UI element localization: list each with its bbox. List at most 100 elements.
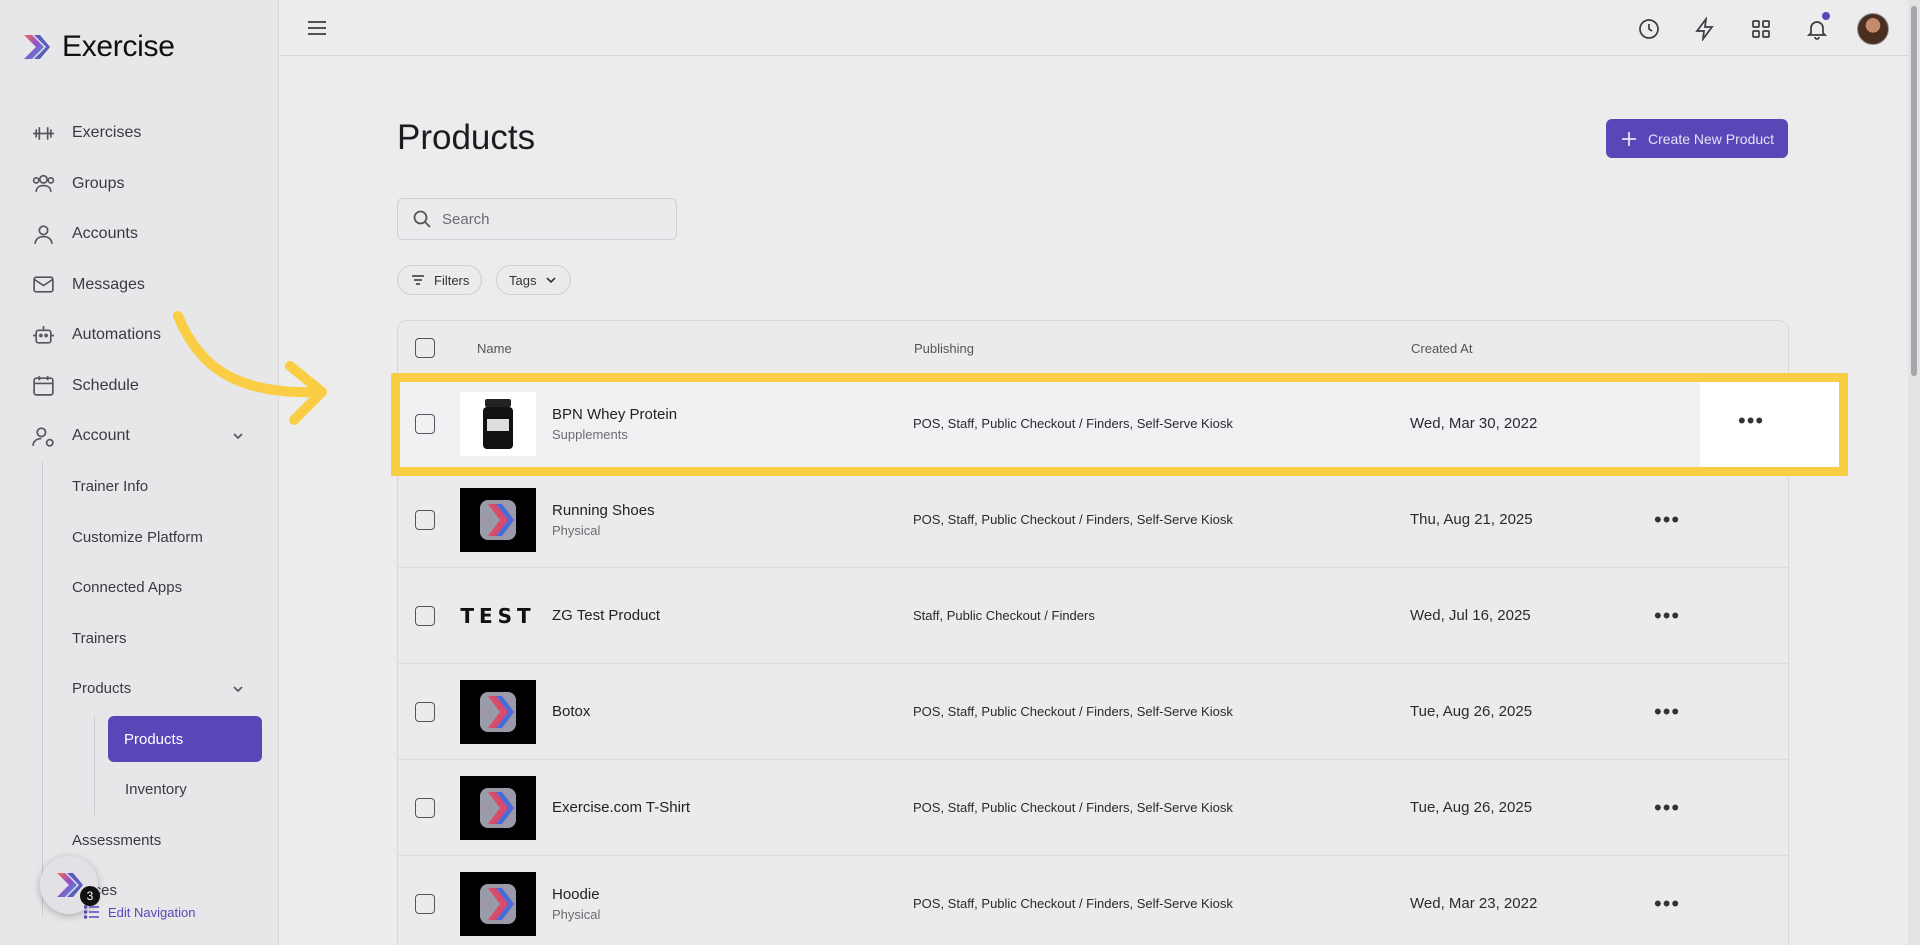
created-at-cell: Wed, Mar 30, 2022	[1410, 415, 1538, 432]
row-checkbox[interactable]	[415, 413, 435, 434]
row-actions-button[interactable]: •••	[1654, 507, 1680, 533]
column-header-created-at[interactable]: Created At	[1411, 341, 1631, 356]
top-actions	[1632, 12, 1890, 46]
sidebar-item-accounts[interactable]: Accounts	[0, 209, 279, 260]
row-actions-button[interactable]: •••	[1654, 699, 1680, 725]
filters-label: Filters	[434, 272, 470, 288]
profile-button[interactable]	[1856, 12, 1890, 46]
product-thumbnail	[460, 871, 536, 936]
sidebar-item-groups[interactable]: Groups	[0, 159, 279, 210]
publishing-cell: POS, Staff, Public Checkout / Finders, S…	[913, 512, 1233, 527]
publishing-cell: Staff, Public Checkout / Finders	[913, 608, 1095, 623]
notifications-button[interactable]	[1800, 12, 1834, 46]
sidebar-item-label: Account	[72, 427, 130, 445]
product-thumbnail	[460, 775, 536, 840]
sidebar-item-label: Accounts	[72, 225, 138, 243]
lightning-icon	[1695, 17, 1714, 41]
table-row[interactable]: TEST ZG Test Product Staff, Public Check…	[398, 568, 1788, 664]
sidebar-item-assessments[interactable]: Assessments	[0, 815, 279, 866]
table-row[interactable]: Hoodie Physical POS, Staff, Public Check…	[398, 856, 1788, 945]
sidebar-item-customize-platform[interactable]: Customize Platform	[0, 512, 279, 563]
row-checkbox[interactable]	[415, 797, 435, 818]
sidebar-nav: Exercises Groups Accounts Messages Autom…	[0, 108, 279, 916]
created-at-cell: Tue, Aug 26, 2025	[1410, 703, 1533, 720]
product-name[interactable]: Botox	[552, 703, 913, 720]
sidebar-item-connected-apps[interactable]: Connected Apps	[0, 563, 279, 614]
product-name[interactable]: Hoodie	[552, 886, 913, 903]
sidebar-item-inventory[interactable]: Inventory	[0, 765, 279, 816]
column-header-name[interactable]: Name	[460, 341, 914, 356]
product-category: Supplements	[552, 426, 628, 442]
create-button-label: Create New Product	[1648, 130, 1775, 147]
product-name[interactable]: Running Shoes	[552, 502, 913, 519]
list-icon	[84, 905, 99, 919]
avatar	[1857, 13, 1889, 45]
created-at-cell: Wed, Jul 16, 2025	[1410, 607, 1531, 624]
sidebar-item-products[interactable]: Products	[108, 716, 262, 762]
quick-actions-button[interactable]	[1688, 12, 1722, 46]
row-actions-button[interactable]: •••	[1654, 795, 1680, 821]
calendar-icon	[33, 376, 54, 396]
publishing-cell: POS, Staff, Public Checkout / Finders, S…	[913, 416, 1233, 431]
product-name-cell: Running Shoes Physical	[552, 502, 913, 538]
product-thumbnail	[460, 391, 536, 456]
page-scrollbar[interactable]	[1908, 0, 1920, 945]
product-logo-icon	[480, 691, 516, 732]
tags-dropdown[interactable]: Tags	[496, 265, 572, 295]
edit-navigation-label: Edit Navigation	[108, 904, 196, 920]
publishing-cell: POS, Staff, Public Checkout / Finders, S…	[913, 800, 1233, 815]
edit-navigation-link[interactable]: Edit Navigation	[84, 904, 195, 920]
product-name-cell: Hoodie Physical	[552, 886, 913, 922]
table-row[interactable]: Exercise.com T-Shirt POS, Staff, Public …	[398, 760, 1788, 856]
table-row[interactable]: BPN Whey Protein Supplements POS, Staff,…	[398, 376, 1788, 472]
account-submenu: Trainer Info Customize Platform Connecte…	[0, 461, 279, 917]
sidebar-item-trainer-info[interactable]: Trainer Info	[0, 462, 279, 513]
row-checkbox[interactable]	[415, 605, 435, 626]
sidebar-item-messages[interactable]: Messages	[0, 260, 279, 311]
page-title: Products	[397, 118, 536, 157]
row-checkbox[interactable]	[415, 509, 435, 530]
exercise-logo-icon	[24, 35, 50, 59]
sidebar-item-label: Exercises	[72, 124, 142, 142]
sidebar-item-exercises[interactable]: Exercises	[0, 108, 279, 159]
menu-icon[interactable]	[305, 16, 329, 40]
sidebar-item-label: Groups	[72, 174, 125, 192]
history-button[interactable]	[1632, 12, 1666, 46]
product-name-cell: ZG Test Product	[552, 607, 913, 624]
row-actions-button[interactable]: •••	[1654, 603, 1680, 629]
app-logo[interactable]: Exercise	[20, 30, 175, 64]
pointer-arrow-icon	[173, 311, 327, 425]
users-icon	[32, 175, 55, 193]
sidebar-item-trainers[interactable]: Trainers	[0, 613, 279, 664]
product-name[interactable]: ZG Test Product	[552, 607, 913, 624]
column-header-publishing[interactable]: Publishing	[914, 341, 1411, 356]
sidebar-item-products-group[interactable]: Products	[0, 664, 279, 715]
create-new-product-button[interactable]: Create New Product	[1606, 119, 1788, 158]
dumbbell-icon	[33, 127, 54, 140]
scrollbar-thumb[interactable]	[1911, 6, 1917, 376]
search-input[interactable]	[442, 210, 642, 228]
select-all-checkbox[interactable]	[415, 338, 435, 358]
row-checkbox[interactable]	[415, 893, 435, 914]
product-thumbnail	[460, 487, 536, 552]
chevron-down-icon	[233, 433, 243, 440]
search-icon	[413, 210, 431, 228]
table-row[interactable]: Botox POS, Staff, Public Checkout / Find…	[398, 664, 1788, 760]
table-header: Name Publishing Created At	[398, 321, 1788, 376]
filters-button[interactable]: Filters	[397, 265, 483, 295]
row-actions-button[interactable]: •••	[1654, 891, 1680, 917]
products-table: Name Publishing Created At BPN Whey Prot…	[397, 320, 1789, 945]
product-name[interactable]: BPN Whey Protein	[552, 406, 913, 423]
sidebar-item-label: Schedule	[72, 376, 139, 394]
row-actions-button[interactable]: •••	[1738, 408, 1764, 434]
notification-count-badge: 3	[80, 886, 100, 906]
apps-button[interactable]	[1744, 12, 1778, 46]
app-name: Exercise	[62, 30, 175, 63]
product-logo-icon	[480, 883, 516, 924]
row-checkbox[interactable]	[415, 701, 435, 722]
product-name[interactable]: Exercise.com T-Shirt	[552, 799, 913, 816]
grid-icon	[1752, 20, 1770, 38]
search-box[interactable]	[397, 198, 677, 240]
table-row[interactable]: Running Shoes Physical POS, Staff, Publi…	[398, 472, 1788, 568]
highlight-actions-cell	[1700, 382, 1839, 467]
